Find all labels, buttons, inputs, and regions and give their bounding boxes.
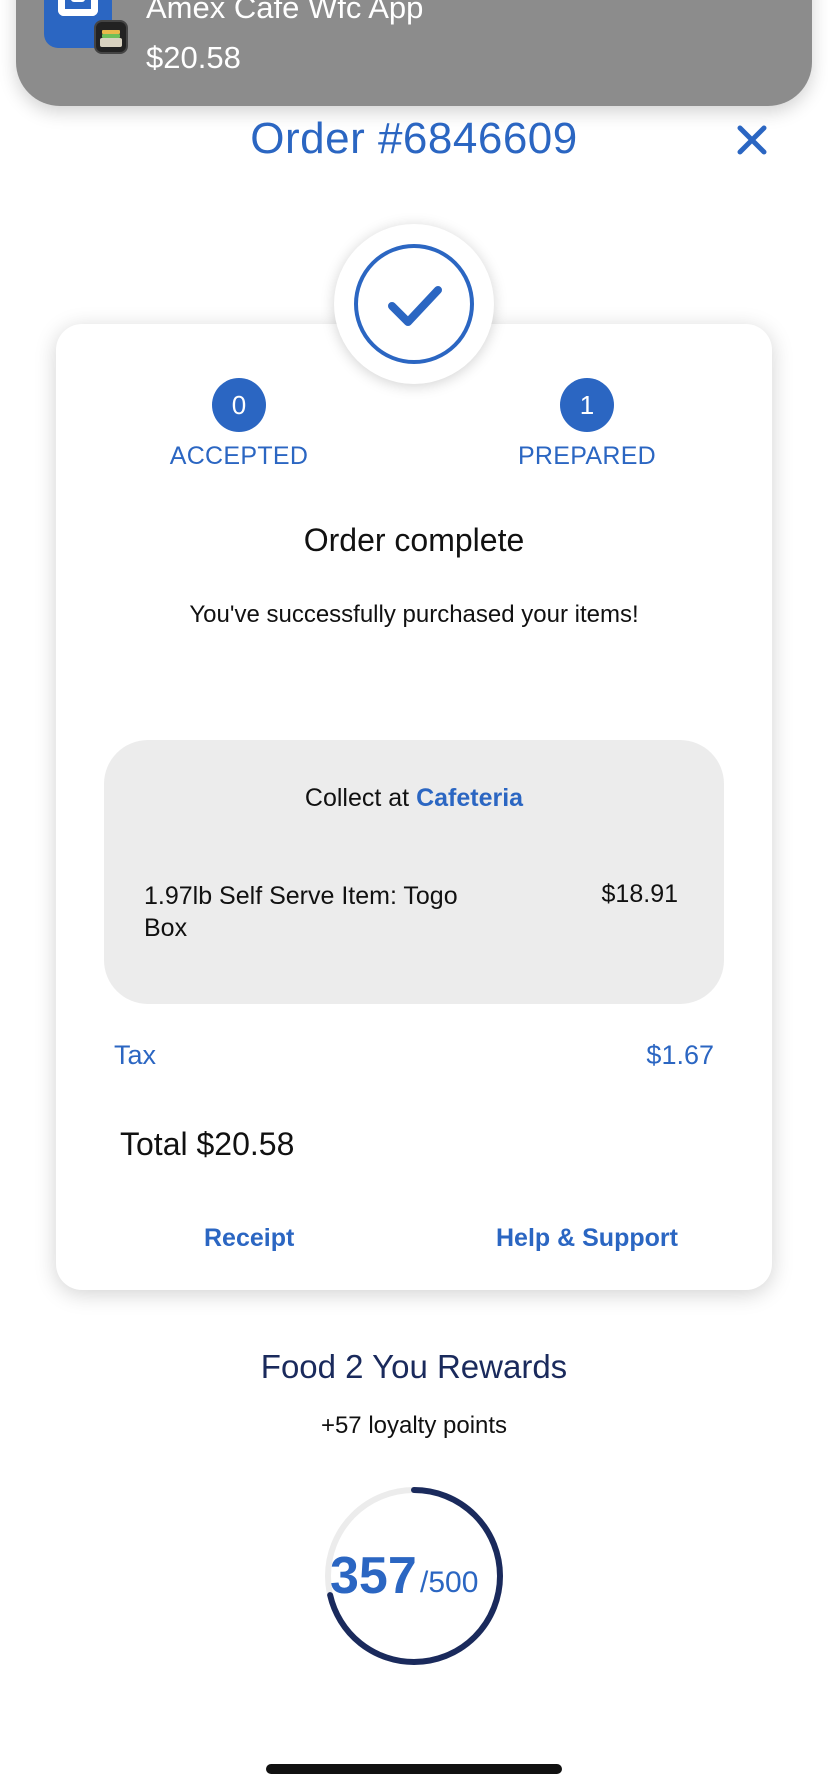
line-item-price: $18.91 [601,880,678,908]
collect-location-link[interactable]: Cafeteria [416,784,523,812]
rewards-points-earned: +57 loyalty points [320,1412,508,1439]
collect-location: Collect at Cafeteria [104,784,724,813]
tax-label: Tax [114,1040,157,1070]
line-item-name: 1.97lb Self Serve Item: Togo Box [144,882,458,942]
page-title: Order #6846609 [250,114,578,163]
close-button[interactable] [734,122,774,162]
collection-details: Collect at Cafeteria 1.97lb Self Serve I… [104,740,724,1004]
step-label: PREPARED [517,442,657,470]
step-number: 1 [560,378,614,432]
order-total: Total $20.58 [120,1126,295,1162]
collect-prefix: Collect at [304,784,410,812]
order-status-title: Order complete [303,522,525,558]
home-indicator[interactable] [266,1764,562,1774]
rewards-title: Food 2 You Rewards [260,1348,568,1385]
rewards-current-points: 357 [330,1547,417,1605]
tax-value: $1.67 [646,1040,714,1070]
step-label: ACCEPTED [169,442,309,470]
order-status-subtitle: You've successfully purchased your items… [189,601,639,628]
order-confirmation-screen: Amex Cafe Wfc App $20.58 Order #6846609 … [0,0,828,1792]
step-number: 0 [212,378,266,432]
rewards-target-points: /500 [420,1566,479,1599]
close-icon [737,125,767,155]
checkmark-icon [354,244,474,364]
step-prepared: 1 PREPARED [477,378,697,471]
notification-amount: $20.58 [146,40,241,75]
payment-notification-banner[interactable]: Amex Cafe Wfc App $20.58 [16,0,812,106]
order-complete-badge [334,224,494,384]
wallet-icon [94,20,128,54]
notification-app-name: Amex Cafe Wfc App [146,0,424,25]
help-support-button[interactable]: Help & Support [496,1224,678,1253]
step-accepted: 0 ACCEPTED [129,378,349,471]
receipt-button[interactable]: Receipt [204,1224,294,1253]
